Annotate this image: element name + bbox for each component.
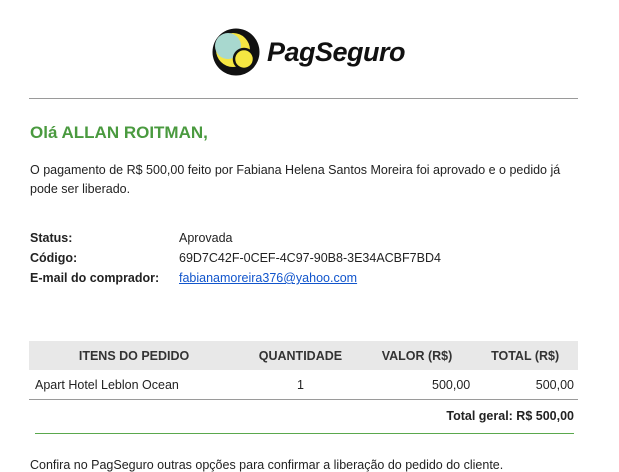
item-total: 500,00 [472, 370, 578, 400]
pagseguro-logo-icon [212, 28, 260, 76]
status-label: Status: [30, 231, 73, 245]
item-name: Apart Hotel Leblon Ocean [29, 370, 240, 400]
table-header-row: ITENS DO PEDIDO QUANTIDADE VALOR (R$) TO… [29, 341, 578, 370]
code-label: Código: [30, 251, 78, 265]
buyer-email-link[interactable]: fabianamoreira376@yahoo.com [179, 271, 357, 285]
item-quantity: 1 [239, 370, 362, 400]
item-value: 500,00 [361, 370, 473, 400]
header-items: ITENS DO PEDIDO [29, 341, 240, 370]
grand-total: Total geral: R$ 500,00 [446, 409, 574, 423]
order-items-table: ITENS DO PEDIDO QUANTIDADE VALOR (R$) TO… [29, 341, 578, 400]
status-row: Status: Aprovada [30, 228, 441, 248]
payment-info: Status: Aprovada Código: 69D7C42F-0CEF-4… [30, 228, 441, 288]
status-value: Aprovada [179, 231, 233, 245]
brand-name: PagSeguro [267, 36, 406, 67]
table-row: Apart Hotel Leblon Ocean 1 500,00 500,00 [29, 370, 578, 400]
email-value-wrap: fabianamoreira376@yahoo.com [179, 268, 357, 288]
header-quantity: QUANTIDADE [239, 341, 362, 370]
footer-text: Confira no PagSeguro outras opções para … [30, 458, 504, 472]
greeting-heading: Olá ALLAN ROITMAN, [30, 123, 208, 142]
email-label: E-mail do comprador: [30, 271, 160, 285]
code-row: Código: 69D7C42F-0CEF-4C97-90B8-3E34ACBF… [30, 248, 441, 268]
header-total: TOTAL (R$) [472, 341, 578, 370]
email-row: E-mail do comprador: fabianamoreira376@y… [30, 268, 441, 288]
pagseguro-logo: PagSeguro [211, 27, 406, 77]
header-value: VALOR (R$) [361, 341, 473, 370]
header-divider [29, 98, 578, 99]
payment-message: O pagamento de R$ 500,00 feito por Fabia… [30, 163, 561, 196]
code-value: 69D7C42F-0CEF-4C97-90B8-3E34ACBF7BD4 [179, 251, 441, 265]
total-divider [35, 433, 574, 434]
